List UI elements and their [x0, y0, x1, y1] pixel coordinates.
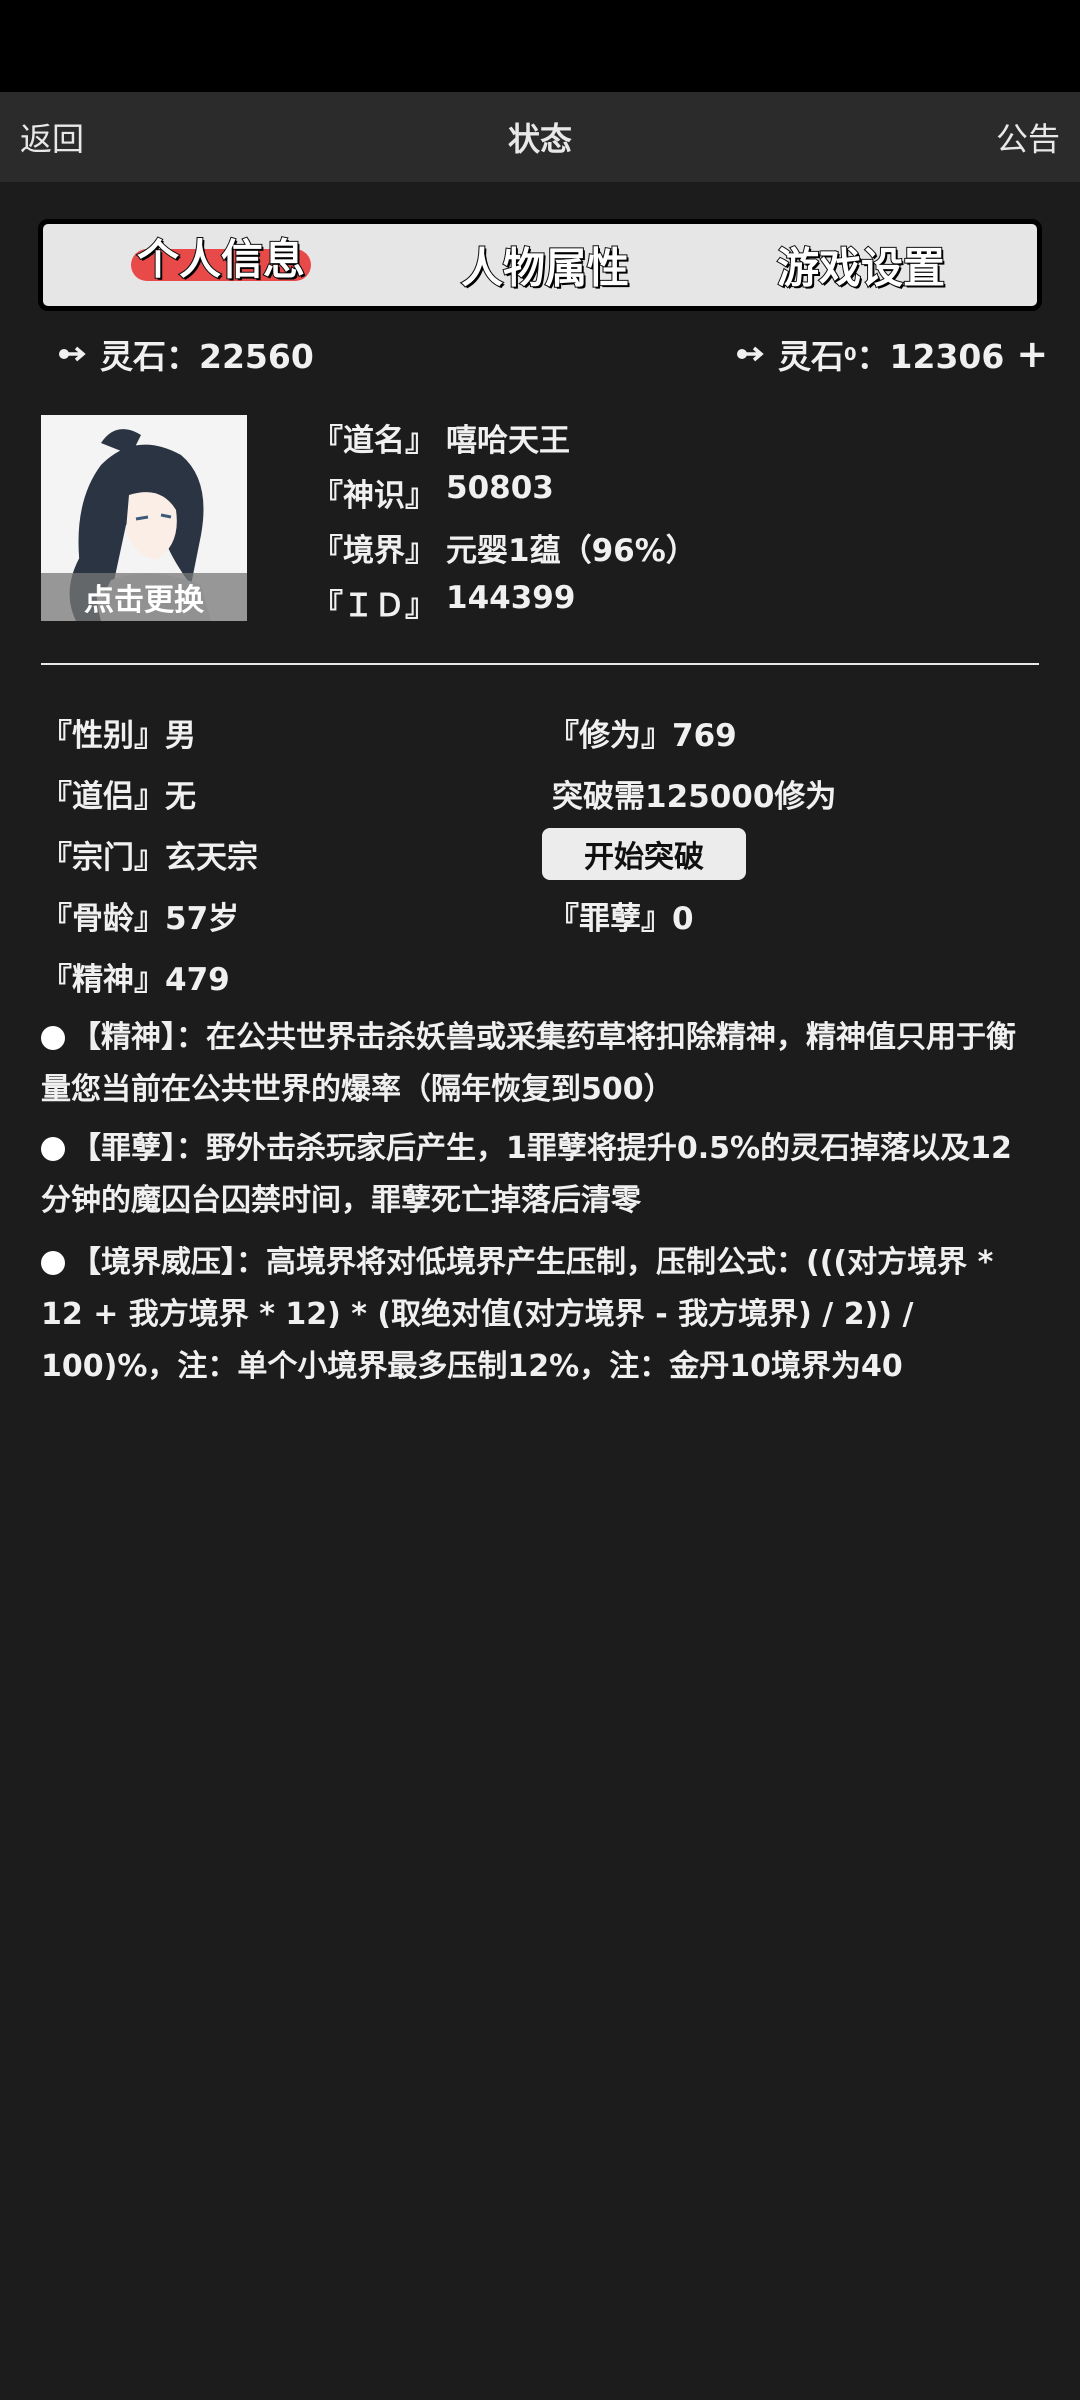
start-breakthrough-button[interactable]: 开始突破 — [542, 828, 746, 880]
tab-bar: 个人信息 人物属性 游戏设置 — [38, 219, 1042, 311]
spirit-stone-zero-value: ：12306 — [856, 337, 1005, 376]
profile-value: 50803 — [446, 470, 554, 506]
profile-value: 元婴1蕴（96%） — [446, 533, 697, 569]
spirit-stone-balance: 灵石：22560 — [58, 330, 314, 378]
stat-gender: 『性别』男 — [41, 718, 196, 754]
spirit-stone-zero-sup: 0 — [844, 343, 857, 365]
profile-key: 『道名』 — [312, 423, 436, 459]
tab-personal-info-label: 个人信息 — [136, 235, 306, 284]
arrow-icon — [58, 344, 86, 364]
stat-partner: 『道侣』无 — [41, 779, 196, 815]
add-spirit-stone-button[interactable]: + — [1016, 332, 1048, 376]
note-text: 【精神】：在公共世界击杀妖兽或采集药草将扣除精神，精神值只用于衡量您当前在公共世… — [41, 1020, 1016, 1107]
notice-button[interactable]: 公告 — [996, 114, 1060, 160]
tab-character-attributes[interactable]: 人物属性 — [460, 235, 630, 296]
profile-row-realm: 『境界』 元婴1蕴（96%） — [312, 525, 697, 570]
divider — [41, 663, 1039, 665]
bullet-icon — [41, 1026, 65, 1050]
spirit-stone-zero-balance: 灵石 0 ：12306 + — [736, 330, 1048, 378]
profile-key: 『ＩＤ』 — [312, 588, 436, 624]
profile-row-dao-name: 『道名』 嘻哈天王 — [312, 415, 570, 460]
profile-value: 144399 — [446, 580, 576, 616]
stat-sin: 『罪孽』0 — [548, 901, 694, 937]
note-realm-pressure: 【境界威压】：高境界将对低境界产生压制，压制公式：(((对方境界 * 12 + … — [41, 1237, 1041, 1393]
stat-spirit: 『精神』479 — [41, 962, 230, 998]
profile-key: 『神识』 — [312, 478, 436, 514]
profile-key: 『境界』 — [312, 533, 436, 569]
stat-bone-age: 『骨龄』57岁 — [41, 901, 240, 937]
top-navigation-bar: 返回 状态 公告 — [0, 92, 1080, 182]
spirit-stone-zero-prefix: 灵石 — [778, 337, 844, 376]
stat-cultivation: 『修为』769 — [548, 718, 737, 754]
arrow-icon — [736, 344, 764, 364]
profile-row-divine-sense: 『神识』 50803 — [312, 470, 554, 515]
note-text: 【境界威压】：高境界将对低境界产生压制，压制公式：(((对方境界 * 12 + … — [41, 1245, 994, 1384]
profile-value: 嘻哈天王 — [446, 423, 570, 459]
change-avatar-label: 点击更换 — [41, 573, 247, 621]
bullet-icon — [41, 1137, 65, 1161]
note-spirit: 【精神】：在公共世界击杀妖兽或采集药草将扣除精神，精神值只用于衡量您当前在公共世… — [41, 1012, 1041, 1116]
bullet-icon — [41, 1251, 65, 1275]
tab-game-settings[interactable]: 游戏设置 — [776, 235, 946, 296]
status-bar — [0, 0, 1080, 92]
note-sin: 【罪孽】：野外击杀玩家后产生，1罪孽将提升0.5%的灵石掉落以及12分钟的魔囚台… — [41, 1123, 1041, 1227]
stat-breakthrough-requirement: 突破需125000修为 — [552, 779, 837, 815]
back-button[interactable]: 返回 — [20, 114, 84, 160]
avatar[interactable]: 点击更换 — [41, 415, 247, 621]
profile-row-id: 『ＩＤ』 144399 — [312, 580, 575, 625]
spirit-stone-label: 灵石：22560 — [100, 337, 314, 376]
page-title: 状态 — [507, 120, 572, 158]
tab-personal-info[interactable]: 个人信息 — [130, 238, 312, 282]
stat-sect: 『宗门』玄天宗 — [41, 840, 258, 876]
note-text: 【罪孽】：野外击杀玩家后产生，1罪孽将提升0.5%的灵石掉落以及12分钟的魔囚台… — [41, 1131, 1012, 1218]
